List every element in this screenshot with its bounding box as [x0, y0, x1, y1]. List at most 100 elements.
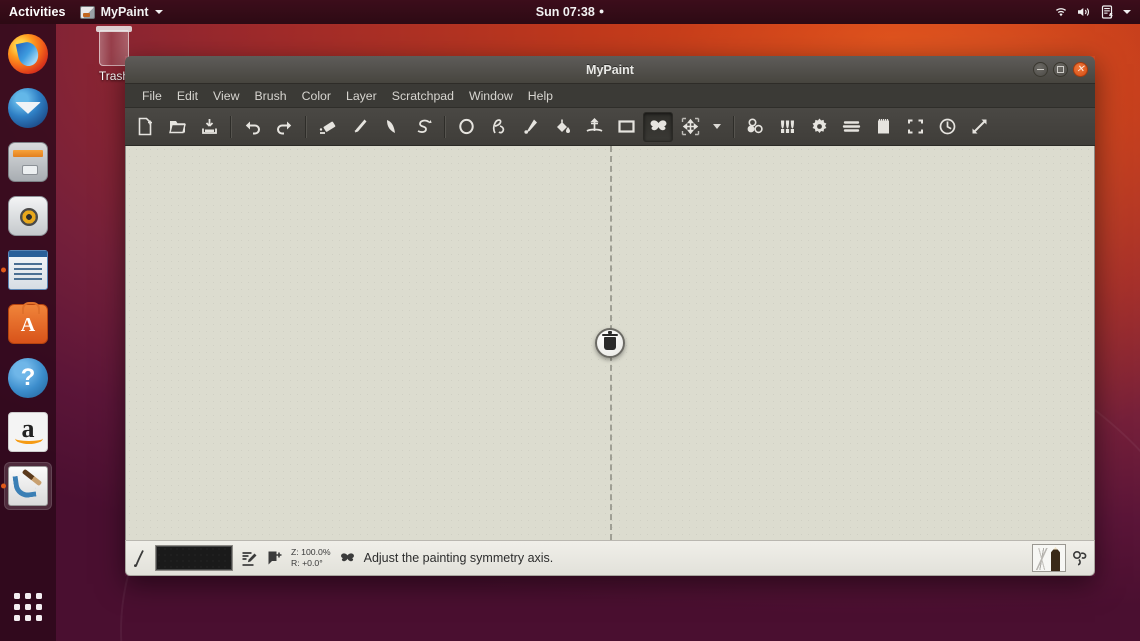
dock-item-libreoffice-writer[interactable]: [4, 246, 52, 294]
paintbrush-button[interactable]: [344, 112, 374, 142]
menu-window[interactable]: Window: [462, 86, 520, 106]
app-menu-button[interactable]: MyPaint: [80, 5, 163, 19]
menu-bar: File Edit View Brush Color Layer Scratch…: [125, 84, 1095, 108]
open-document-button[interactable]: [162, 112, 192, 142]
mypaint-window: MyPaint ✕ File Edit View Brush Color Lay…: [125, 56, 1095, 576]
pencil-icon: [1051, 547, 1060, 571]
dock-item-thunderbird[interactable]: [4, 84, 52, 132]
edit-layer-icon[interactable]: [241, 550, 258, 567]
save-document-button[interactable]: [194, 112, 224, 142]
toolbar-separator: [230, 116, 231, 138]
redo-button[interactable]: [269, 112, 299, 142]
window-controls: ✕: [1033, 62, 1095, 77]
menu-color[interactable]: Color: [295, 86, 338, 106]
eraser-button[interactable]: [312, 112, 342, 142]
libreoffice-writer-icon: [8, 250, 48, 290]
menu-edit[interactable]: Edit: [170, 86, 205, 106]
layers-button[interactable]: [836, 112, 866, 142]
dock-item-rhythmbox[interactable]: [4, 192, 52, 240]
top-panel: Activities MyPaint Sun 07:38 ●: [0, 0, 1140, 24]
fullscreen-button[interactable]: [964, 112, 994, 142]
rotation-level: R: +0.0°: [291, 558, 331, 569]
chevron-down-icon[interactable]: [1123, 10, 1131, 14]
dock-item-ubuntu-software[interactable]: [4, 300, 52, 348]
menu-layer[interactable]: Layer: [339, 86, 384, 106]
window-titlebar[interactable]: MyPaint ✕: [125, 56, 1095, 84]
inking-tool-button[interactable]: [408, 112, 438, 142]
add-layer-icon[interactable]: [266, 550, 283, 567]
toolbar-overflow-button[interactable]: [706, 112, 728, 142]
activities-button[interactable]: Activities: [9, 5, 66, 19]
dock-item-help[interactable]: [4, 354, 52, 402]
brush-list-button[interactable]: [772, 112, 802, 142]
brush-preview[interactable]: [1032, 544, 1066, 572]
minimize-button[interactable]: [1033, 62, 1048, 77]
symmetry-button[interactable]: [643, 112, 673, 142]
brush-stroke-icon[interactable]: [132, 548, 147, 568]
battery-icon[interactable]: [1101, 5, 1114, 19]
butterfly-icon: [649, 117, 668, 136]
clock-label: Sun 07:38: [536, 5, 595, 19]
wifi-icon[interactable]: [1054, 6, 1068, 18]
butterfly-icon: [339, 551, 356, 566]
amazon-icon: [8, 412, 48, 452]
window-title: MyPaint: [125, 63, 1095, 77]
apps-grid-icon: [14, 593, 42, 621]
zoom-level: Z: 100.0%: [291, 547, 331, 558]
fit-view-button[interactable]: [900, 112, 930, 142]
scratchpad-button[interactable]: [868, 112, 898, 142]
dock-item-firefox[interactable]: [4, 30, 52, 78]
symmetry-axis-delete-button[interactable]: [595, 328, 625, 358]
toolbar-separator: [444, 116, 445, 138]
preferences-button[interactable]: [804, 112, 834, 142]
menu-view[interactable]: View: [206, 86, 246, 106]
chevron-down-icon: [155, 10, 163, 14]
volume-icon[interactable]: [1077, 6, 1092, 18]
show-applications-button[interactable]: [0, 583, 56, 631]
ink-pen-button[interactable]: [483, 112, 513, 142]
new-document-button[interactable]: [130, 112, 160, 142]
view-transform-readout: Z: 100.0% R: +0.0°: [291, 547, 331, 569]
mypaint-icon: [8, 466, 48, 506]
perspective-button[interactable]: [579, 112, 609, 142]
menu-help[interactable]: Help: [521, 86, 560, 106]
dock-item-amazon[interactable]: [4, 408, 52, 456]
main-toolbar: [125, 108, 1095, 146]
ellipse-tool-button[interactable]: [451, 112, 481, 142]
toolbar-separator: [733, 116, 734, 138]
line-tool-button[interactable]: [376, 112, 406, 142]
app-menu-label: MyPaint: [101, 5, 149, 19]
help-icon: [8, 358, 48, 398]
maximize-button[interactable]: [1053, 62, 1068, 77]
current-color-swatch[interactable]: [155, 545, 233, 571]
menu-scratchpad[interactable]: Scratchpad: [385, 86, 461, 106]
color-dialog-button[interactable]: [740, 112, 770, 142]
dock-item-files[interactable]: [4, 138, 52, 186]
drawing-canvas[interactable]: [125, 146, 1095, 540]
reset-view-button[interactable]: [932, 112, 962, 142]
flood-fill-button[interactable]: [547, 112, 577, 142]
move-button[interactable]: [675, 112, 705, 142]
clock-button[interactable]: Sun 07:38 ●: [0, 5, 1140, 19]
menu-file[interactable]: File: [135, 86, 169, 106]
toolbar-separator: [305, 116, 306, 138]
files-icon: [8, 142, 48, 182]
rhythmbox-icon: [8, 196, 48, 236]
close-button[interactable]: ✕: [1073, 62, 1088, 77]
top-panel-left: Activities MyPaint: [0, 5, 163, 19]
mypaint-icon: [80, 6, 95, 19]
system-indicators[interactable]: [1054, 5, 1140, 19]
undo-button[interactable]: [237, 112, 267, 142]
notification-dot-icon: ●: [599, 6, 604, 16]
dock-item-mypaint[interactable]: [4, 462, 52, 510]
status-bar: Z: 100.0% R: +0.0° Adjust the painting s…: [125, 540, 1095, 576]
menu-brush[interactable]: Brush: [247, 86, 293, 106]
brush-strokes-thumbnail: [1035, 548, 1049, 570]
color-picker-button[interactable]: [515, 112, 545, 142]
brush-settings-icon[interactable]: [1072, 550, 1088, 566]
status-bar-right: [1032, 544, 1088, 572]
frame-button[interactable]: [611, 112, 641, 142]
launcher-dock: [0, 24, 56, 641]
status-message: Adjust the painting symmetry axis.: [364, 551, 554, 565]
firefox-icon: [8, 34, 48, 74]
